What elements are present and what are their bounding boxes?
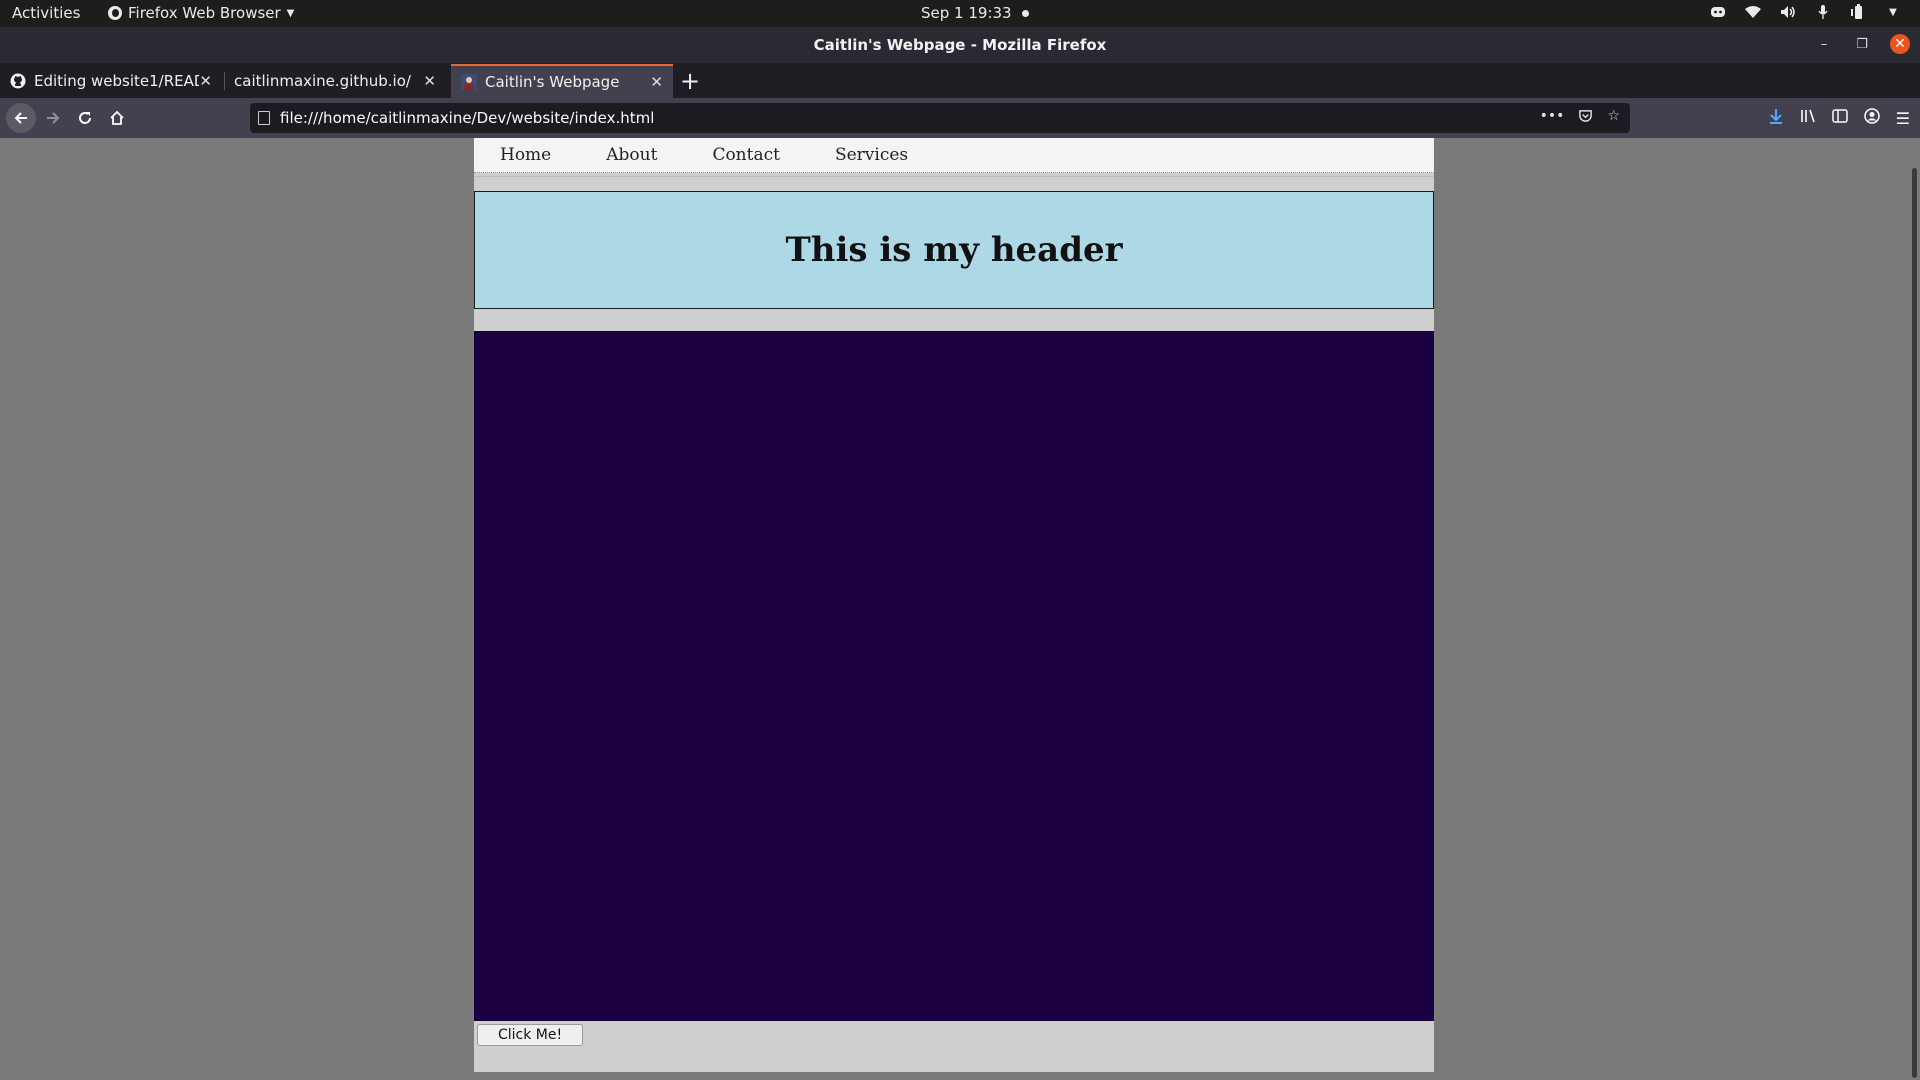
url-text[interactable]: file:///home/caitlinmaxine/Dev/website/i… xyxy=(280,109,654,127)
more-actions-icon[interactable]: ••• xyxy=(1540,108,1565,127)
site-container: Home About Contact Services This is my h… xyxy=(474,138,1434,1072)
site-footer: Click Me! xyxy=(474,1021,1434,1048)
nav-link-contact[interactable]: Contact xyxy=(712,145,780,165)
site-header: This is my header xyxy=(474,191,1434,309)
site-main-content xyxy=(474,331,1434,1021)
system-tray[interactable]: ▼ xyxy=(1709,3,1902,21)
firefox-icon xyxy=(108,6,122,20)
hamburger-menu-icon[interactable]: ☰ xyxy=(1896,109,1910,128)
tab-label: Editing website1/READM xyxy=(34,72,199,90)
page-scrollbar[interactable] xyxy=(1906,138,1920,1080)
battery-icon[interactable] xyxy=(1849,3,1867,21)
pocket-icon[interactable] xyxy=(1578,108,1593,127)
github-icon xyxy=(10,73,26,89)
close-tab-icon[interactable]: ✕ xyxy=(423,72,436,90)
window-title-bar: Caitlin's Webpage - Mozilla Firefox – ❐ … xyxy=(0,27,1920,63)
tab-label: caitlinmaxine.github.io/ xyxy=(234,72,411,90)
tab-caitlins-webpage[interactable]: Caitlin's Webpage ✕ xyxy=(451,64,673,98)
notification-dot-icon xyxy=(1021,9,1029,17)
close-tab-icon[interactable]: ✕ xyxy=(199,72,212,90)
click-me-button[interactable]: Click Me! xyxy=(477,1023,584,1046)
scrollbar-thumb[interactable] xyxy=(1912,168,1917,1078)
close-window-button[interactable]: ✕ xyxy=(1890,34,1910,54)
microphone-icon[interactable] xyxy=(1814,3,1832,21)
url-bar-actions: ••• ☆ xyxy=(1540,108,1620,127)
site-nav: Home About Contact Services xyxy=(474,138,1434,173)
nav-link-services[interactable]: Services xyxy=(835,145,908,165)
toolbar-right: ☰ xyxy=(1768,108,1910,128)
sidebar-icon[interactable] xyxy=(1831,108,1848,128)
downloads-icon[interactable] xyxy=(1768,108,1784,128)
activities-button[interactable]: Activities xyxy=(12,4,80,22)
page-icon xyxy=(258,111,270,125)
clock-label: Sep 1 19:33 xyxy=(921,4,1012,22)
chevron-down-icon: ▼ xyxy=(286,7,295,19)
back-button[interactable] xyxy=(6,103,36,133)
account-icon[interactable] xyxy=(1863,108,1880,128)
navigation-toolbar: file:///home/caitlinmaxine/Dev/website/i… xyxy=(0,98,1920,138)
reload-icon xyxy=(79,112,91,124)
app-menu[interactable]: Firefox Web Browser ▼ xyxy=(108,4,294,22)
wifi-icon[interactable] xyxy=(1744,3,1762,21)
app-menu-label: Firefox Web Browser xyxy=(128,4,281,22)
library-icon[interactable] xyxy=(1800,108,1816,128)
new-tab-button[interactable]: + xyxy=(680,67,700,95)
home-icon xyxy=(110,110,124,125)
header-spacer xyxy=(474,309,1434,331)
window-controls: – ❐ ✕ xyxy=(1814,34,1910,54)
site-header-title: This is my header xyxy=(785,230,1123,270)
nav-link-home[interactable]: Home xyxy=(500,145,551,165)
close-tab-icon[interactable]: ✕ xyxy=(650,73,663,91)
tab-editing-readme[interactable]: Editing website1/READM ✕ xyxy=(0,64,222,98)
bookmark-star-icon[interactable]: ☆ xyxy=(1607,108,1620,127)
arrow-left-icon xyxy=(14,112,27,124)
maximize-button[interactable]: ❐ xyxy=(1852,34,1872,54)
volume-icon[interactable] xyxy=(1779,3,1797,21)
minimize-button[interactable]: – xyxy=(1814,34,1834,54)
tab-github-io[interactable]: caitlinmaxine.github.io/ ✕ xyxy=(224,64,446,98)
reload-button[interactable] xyxy=(72,105,98,131)
url-bar[interactable]: file:///home/caitlinmaxine/Dev/website/i… xyxy=(250,103,1630,133)
page-favicon-icon xyxy=(461,74,477,90)
page-viewport: Home About Contact Services This is my h… xyxy=(0,138,1920,1080)
chevron-down-icon[interactable]: ▼ xyxy=(1884,3,1902,21)
tab-strip: Editing website1/READM ✕ caitlinmaxine.g… xyxy=(0,63,1920,98)
forward-button[interactable] xyxy=(40,105,66,131)
system-top-bar: Activities Firefox Web Browser ▼ Sep 1 1… xyxy=(0,0,1920,27)
nav-divider-bar xyxy=(474,176,1434,191)
discord-icon[interactable] xyxy=(1709,3,1727,21)
home-button[interactable] xyxy=(104,105,130,131)
arrow-right-icon xyxy=(47,112,60,124)
window-title: Caitlin's Webpage - Mozilla Firefox xyxy=(813,36,1107,54)
clock[interactable]: Sep 1 19:33 xyxy=(921,4,1029,22)
nav-link-about[interactable]: About xyxy=(606,145,657,165)
tab-label: Caitlin's Webpage xyxy=(485,73,620,91)
